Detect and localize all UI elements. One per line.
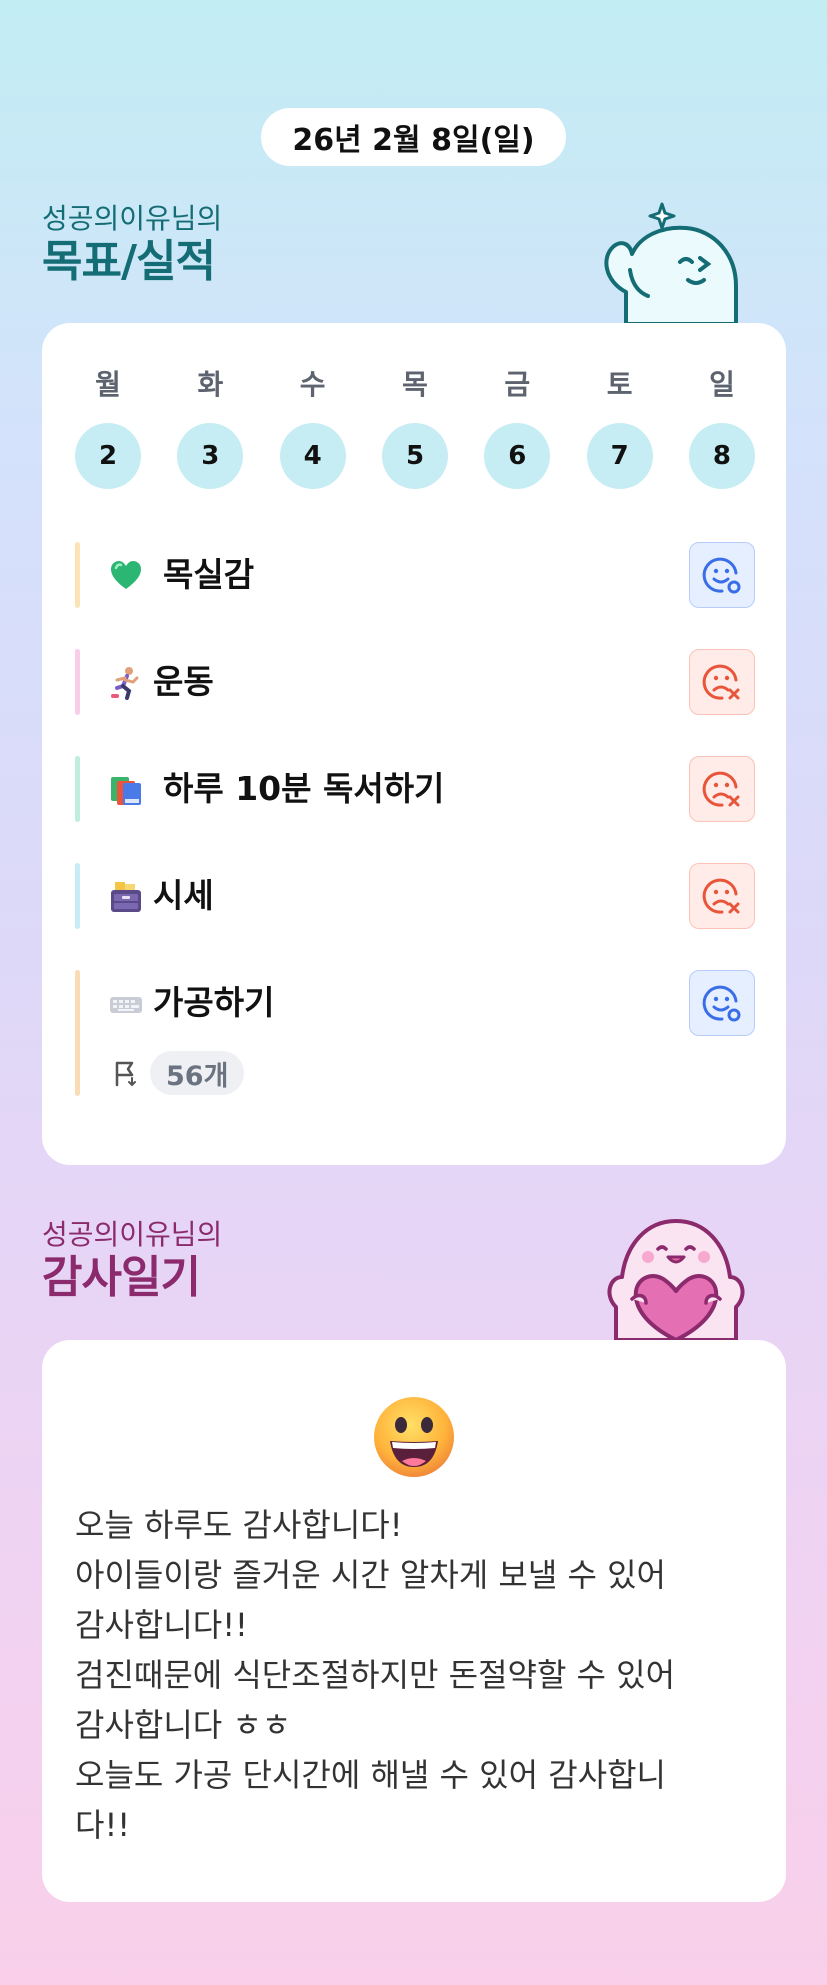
- goals-section-subtitle: 성공의이유님의: [42, 202, 223, 235]
- gratitude-journal-text: 오늘 하루도 감사합니다! 아이들이랑 즐거운 시간 알차게 보낼 수 있어 감…: [75, 1506, 676, 1844]
- goals-card: 월 2 화 3 수 4 목 5 금 6 토 7 일 8 목실감 운동 하루 10…: [42, 323, 786, 1165]
- smiley-x-icon: [702, 664, 740, 700]
- thanks-card: 오늘 하루도 감사합니다! 아이들이랑 즐거운 시간 알차게 보낼 수 있어 감…: [42, 1340, 786, 1902]
- flag-icon: [115, 1061, 136, 1087]
- day-name: 수: [299, 368, 326, 401]
- grinning-face-icon: [374, 1397, 454, 1477]
- day-sun[interactable]: 일 8: [688, 363, 755, 489]
- green-heart-icon: [111, 561, 141, 589]
- goal-accent-bar: [75, 863, 80, 929]
- goal-item[interactable]: 목실감: [75, 542, 755, 608]
- thumbs-up-mascot: [604, 202, 738, 324]
- goal-count-badge: 56개: [150, 1051, 245, 1095]
- keyboard-icon: [110, 997, 142, 1013]
- goal-status-done[interactable]: [689, 542, 755, 608]
- goal-accent-bar: [75, 756, 80, 822]
- smiley-check-icon: [702, 557, 741, 594]
- goal-status-done[interactable]: [689, 970, 755, 1036]
- day-date: 5: [381, 423, 448, 489]
- goals-section-title: 목표/실적: [42, 236, 216, 287]
- day-mon[interactable]: 월 2: [75, 363, 141, 489]
- runner-icon: [111, 667, 139, 700]
- file-cabinet-icon: [111, 882, 141, 912]
- day-name: 일: [709, 368, 735, 401]
- goal-label: 하루 10분 독서하기: [163, 769, 445, 808]
- date-badge: 26년 2월 8일(일): [261, 108, 566, 166]
- goal-count-row: 56개: [112, 1051, 245, 1095]
- goal-label: 가공하기: [153, 983, 275, 1022]
- day-wed[interactable]: 수 4: [279, 363, 346, 489]
- smiley-check-icon: [702, 985, 741, 1022]
- day-name: 화: [197, 368, 224, 401]
- day-fri[interactable]: 금 6: [484, 363, 551, 489]
- goal-accent-bar: [75, 542, 80, 608]
- day-name: 월: [95, 368, 121, 401]
- goal-label: 목실감: [163, 555, 255, 594]
- goal-item[interactable]: 시세: [75, 863, 755, 929]
- day-name: 토: [606, 368, 633, 401]
- smiley-x-icon: [702, 878, 740, 914]
- day-tue[interactable]: 화 3: [177, 363, 244, 489]
- day-date: 2: [75, 423, 141, 489]
- week-strip: 월 2 화 3 수 4 목 5 금 6 토 7 일 8: [75, 363, 755, 489]
- thanks-section-title: 감사일기: [42, 1252, 201, 1303]
- smiley-x-icon: [702, 771, 740, 807]
- goal-status-failed[interactable]: [689, 649, 755, 715]
- day-date: 3: [177, 423, 244, 489]
- goal-item[interactable]: 하루 10분 독서하기: [75, 756, 755, 822]
- books-icon: [111, 777, 141, 805]
- day-date: 4: [279, 423, 346, 489]
- goal-label: 운동: [153, 662, 214, 701]
- thanks-section-header: 성공의이유님의 감사일기: [42, 1218, 222, 1304]
- goals-section-header: 성공의이유님의 목표/실적: [42, 202, 222, 288]
- day-date: 7: [586, 423, 653, 489]
- goal-status-failed[interactable]: [689, 863, 755, 929]
- day-thu[interactable]: 목 5: [381, 363, 448, 489]
- thanks-section-subtitle: 성공의이유님의: [42, 1218, 223, 1251]
- goal-accent-bar: [75, 649, 80, 715]
- heart-hug-mascot: [607, 1219, 745, 1340]
- day-date: 8: [688, 423, 755, 489]
- goal-status-failed[interactable]: [689, 756, 755, 822]
- goal-accent-bar: [75, 970, 80, 1096]
- goal-label: 시세: [153, 876, 214, 915]
- day-name: 금: [504, 368, 531, 401]
- day-name: 목: [402, 368, 428, 401]
- goal-item[interactable]: 운동: [75, 649, 755, 715]
- day-sat[interactable]: 토 7: [586, 363, 653, 489]
- day-date: 6: [484, 423, 551, 489]
